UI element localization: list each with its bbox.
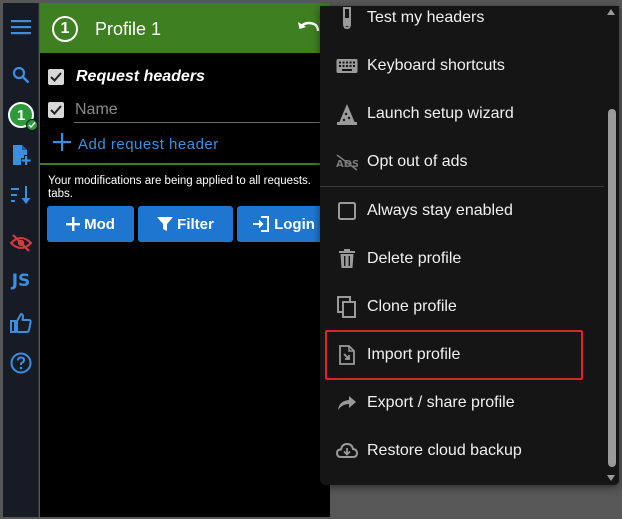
profile-1-button[interactable]: 1: [3, 99, 39, 131]
menu-item-opt-out-ads[interactable]: ADS Opt out of ads: [320, 138, 604, 186]
add-filter-button[interactable]: Filter: [138, 206, 233, 242]
profile-title[interactable]: Profile 1: [95, 19, 161, 40]
header-name-input[interactable]: Name: [74, 97, 330, 123]
keyboard-icon: [336, 54, 358, 78]
menu-item-delete-profile[interactable]: Delete profile: [320, 235, 604, 283]
request-headers-row: Request headers: [40, 61, 330, 91]
menu-item-export-share-profile[interactable]: Export / share profile: [320, 379, 604, 427]
login-label: Login: [274, 215, 315, 233]
sort-icon: [10, 185, 32, 205]
search-button[interactable]: [3, 59, 39, 91]
profile-header: 1 Profile 1: [40, 3, 330, 53]
scroll-up-arrow-icon[interactable]: [607, 9, 615, 15]
js-label: JS: [11, 271, 31, 291]
scroll-down-arrow-icon[interactable]: [607, 475, 615, 481]
share-icon: [336, 391, 358, 415]
thumbs-up-icon: [10, 312, 32, 334]
menu-item-label: Keyboard shortcuts: [367, 57, 505, 74]
add-mod-button[interactable]: Mod: [47, 206, 134, 242]
main-panel: 1 Profile 1 Request headers Name Add req…: [40, 3, 330, 517]
ads-off-icon: ADS: [336, 150, 358, 174]
menu-item-clone-profile[interactable]: Clone profile: [320, 283, 604, 331]
help-icon: [10, 352, 32, 374]
menu-item-test-headers[interactable]: Test my headers: [320, 6, 604, 42]
app-window: 1 JS 1 Profile 1 Request headers Name Ad…: [0, 0, 622, 519]
menu-item-label: Delete profile: [367, 250, 462, 267]
filter-label: Filter: [177, 215, 214, 233]
request-headers-label: Request headers: [76, 68, 205, 85]
clone-icon: [336, 295, 358, 319]
menu-item-label: Always stay enabled: [367, 202, 513, 219]
add-request-header-label: Add request header: [78, 136, 219, 153]
header-entry-checkbox[interactable]: [48, 102, 64, 118]
js-button[interactable]: JS: [3, 265, 39, 297]
undo-icon[interactable]: [296, 18, 320, 43]
modifications-notice: Your modifications are being applied to …: [48, 175, 330, 201]
file-add-icon: [11, 144, 31, 166]
profile-number: 1: [16, 106, 26, 124]
menu-button[interactable]: [3, 11, 39, 43]
filter-icon: [157, 216, 174, 232]
search-icon: [12, 66, 30, 84]
section-divider: [40, 163, 330, 165]
mod-label: Mod: [84, 215, 115, 233]
menu-item-label: Clone profile: [367, 298, 457, 315]
hamburger-icon: [11, 19, 31, 35]
menu-item-label: Export / share profile: [367, 394, 515, 411]
icon-sidebar: 1 JS: [3, 3, 39, 517]
menu-scrollbar[interactable]: [604, 6, 619, 485]
menu-item-restore-cloud-backup[interactable]: Restore cloud backup: [320, 427, 604, 475]
notice-line-1: Your modifications are being applied to …: [48, 175, 311, 187]
request-headers-checkbox[interactable]: [48, 69, 64, 85]
header-name-placeholder: Name: [75, 101, 118, 118]
menu-item-label: Restore cloud backup: [367, 442, 522, 459]
menu-item-label: Opt out of ads: [367, 153, 468, 170]
menu-item-label: Test my headers: [367, 9, 485, 26]
login-icon: [252, 216, 270, 232]
cloud-icon: [336, 439, 358, 463]
header-entry-row: Name: [40, 94, 330, 124]
menu-item-label: Launch setup wizard: [367, 105, 514, 122]
menu-item-keyboard-shortcuts[interactable]: Keyboard shortcuts: [320, 42, 604, 90]
profile-avatar: 1: [8, 102, 38, 131]
like-button[interactable]: [3, 307, 39, 339]
add-profile-button[interactable]: [3, 139, 39, 171]
add-request-header-button[interactable]: Add request header: [52, 132, 219, 157]
plus-icon: [66, 217, 81, 231]
checkbox-icon: [336, 199, 358, 223]
import-profile-highlight: [325, 330, 583, 380]
test-tube-icon: [336, 6, 358, 30]
notice-line-2: tabs.: [48, 188, 73, 200]
menu-item-always-stay-enabled[interactable]: Always stay enabled: [320, 187, 604, 235]
sort-button[interactable]: [3, 179, 39, 211]
help-button[interactable]: [3, 347, 39, 379]
profile-options-menu: Test my headers Keyboard shortcuts Launc…: [320, 6, 619, 485]
scrollbar-thumb[interactable]: [608, 109, 616, 467]
profile-number-badge: 1: [52, 16, 78, 42]
plus-icon: [52, 132, 72, 157]
wizard-icon: [336, 102, 358, 126]
eye-off-icon: [10, 234, 32, 252]
add-login-button[interactable]: Login: [237, 206, 330, 242]
menu-item-setup-wizard[interactable]: Launch setup wizard: [320, 90, 604, 138]
trash-icon: [336, 247, 358, 271]
check-icon: [26, 119, 38, 131]
hide-button[interactable]: [3, 227, 39, 259]
